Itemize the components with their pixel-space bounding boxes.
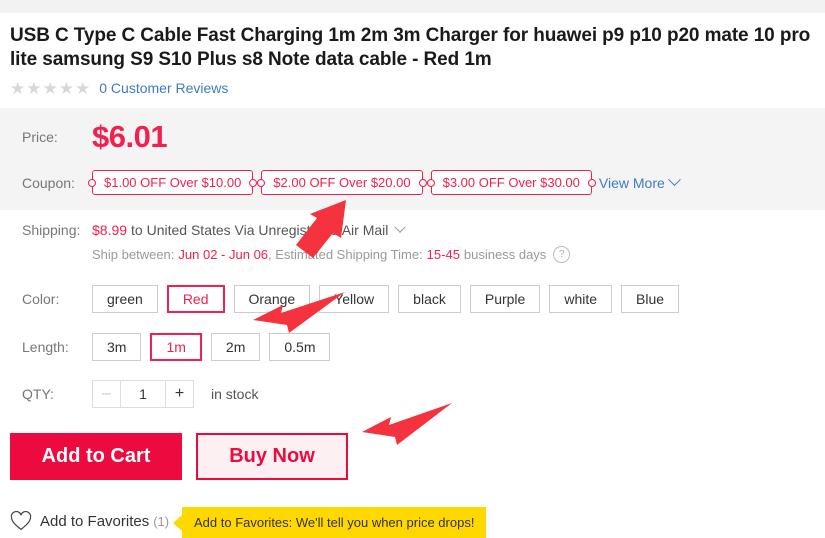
color-option-white[interactable]: white [549, 285, 613, 313]
shipping-method: to United States Via Unregistered Air Ma… [131, 222, 389, 238]
favorites-label: Add to Favorites [40, 512, 150, 530]
add-to-cart-button[interactable]: Add to Cart [10, 433, 182, 480]
length-option-2m[interactable]: 2m [210, 333, 261, 361]
color-row: Color: green Red Orange Yellow black Pur… [0, 285, 680, 313]
qty-label: QTY: [22, 386, 54, 402]
chevron-down-icon [667, 173, 681, 187]
customer-reviews-link[interactable]: 0 Customer Reviews [99, 80, 228, 96]
favorites-count: (1) [153, 513, 170, 529]
color-option-black[interactable]: black [398, 285, 461, 313]
coupon-list: $1.00 OFF Over $10.00 $2.00 OFF Over $20… [87, 170, 597, 195]
shipping-label: Shipping: [22, 222, 81, 238]
coupon-tag[interactable]: $2.00 OFF Over $20.00 [257, 170, 427, 195]
estimated-days: 15-45 [426, 247, 460, 262]
shipping-method-selector[interactable]: $8.99 to United States Via Unregistered … [92, 221, 407, 238]
quantity-input[interactable]: 1 [120, 381, 166, 407]
length-option-3m[interactable]: 3m [92, 333, 142, 361]
color-option-green[interactable]: green [92, 285, 158, 313]
coupon-tag[interactable]: $1.00 OFF Over $10.00 [87, 170, 258, 195]
coupon-label: Coupon: [22, 174, 75, 191]
shipping-estimate-row: Ship between: Jun 02 - Jun 06 , Estimate… [0, 246, 571, 263]
ship-between-label: Ship between: [92, 247, 175, 262]
coupon-tag[interactable]: $3.00 OFF Over $30.00 [426, 170, 597, 195]
action-buttons: Add to Cart Buy Now [10, 433, 348, 480]
length-options: 3m 1m 2m 0.5m [92, 333, 331, 361]
estimated-suffix: business days [463, 247, 547, 262]
favorites-tooltip: Add to Favorites: We'll tell you when pr… [172, 507, 487, 538]
quantity-increment-button[interactable]: + [166, 381, 193, 407]
shipping-cost: $8.99 [92, 222, 128, 238]
shipping-estimate: Ship between: Jun 02 - Jun 06 , Estimate… [92, 246, 571, 263]
quantity-decrement-button[interactable]: – [93, 381, 120, 407]
top-strip [0, 0, 825, 13]
star-icon: ★ [58, 78, 74, 98]
ship-between-dates: Jun 02 - Jun 06 [178, 247, 269, 262]
star-icon: ★ [42, 78, 58, 98]
price-label: Price: [22, 128, 58, 145]
heart-icon [10, 511, 32, 531]
price-row: Price: $6.01 [0, 119, 168, 154]
color-options: green Red Orange Yellow black Purple whi… [92, 285, 680, 313]
chevron-down-icon [394, 221, 407, 233]
view-more-label: View More [598, 174, 665, 191]
length-option-05m[interactable]: 0.5m [269, 333, 331, 361]
length-label: Length: [22, 339, 69, 355]
quantity-stepper: – 1 + [92, 380, 194, 408]
color-option-purple[interactable]: Purple [469, 285, 541, 313]
page-title: USB C Type C Cable Fast Charging 1m 2m 3… [10, 25, 811, 70]
rating-row: ★ ★ ★ ★ ★ 0 Customer Reviews [10, 79, 825, 97]
view-more-coupons-button[interactable]: View More [598, 173, 681, 191]
length-row: Length: 3m 1m 2m 0.5m [0, 333, 331, 361]
estimated-label: , Estimated Shipping Time: [268, 247, 423, 262]
star-rating: ★ ★ ★ ★ ★ [10, 80, 90, 97]
product-page: USB C Type C Cable Fast Charging 1m 2m 3… [0, 13, 825, 538]
qty-row: QTY: – 1 + in stock [0, 380, 258, 408]
question-mark-icon[interactable]: ? [553, 246, 571, 263]
price-value: $6.01 [92, 119, 168, 154]
color-label: Color: [22, 291, 60, 307]
arrow-to-buy-now [362, 403, 452, 445]
star-icon: ★ [10, 78, 26, 98]
color-option-red[interactable]: Red [166, 285, 225, 313]
star-icon: ★ [26, 78, 42, 98]
coupon-row: Coupon: $1.00 OFF Over $10.00 $2.00 OFF … [0, 170, 681, 195]
buy-now-button[interactable]: Buy Now [196, 433, 348, 480]
length-option-1m[interactable]: 1m [150, 333, 202, 361]
shipping-row: Shipping: $8.99 to United States Via Unr… [0, 221, 407, 238]
color-option-yellow[interactable]: Yellow [319, 285, 390, 313]
color-option-orange[interactable]: Orange [233, 285, 311, 313]
stock-status: in stock [211, 386, 259, 402]
star-icon: ★ [75, 78, 91, 98]
add-to-favorites-button[interactable]: Add to Favorites (1) [10, 511, 169, 531]
color-option-blue[interactable]: Blue [621, 285, 680, 313]
